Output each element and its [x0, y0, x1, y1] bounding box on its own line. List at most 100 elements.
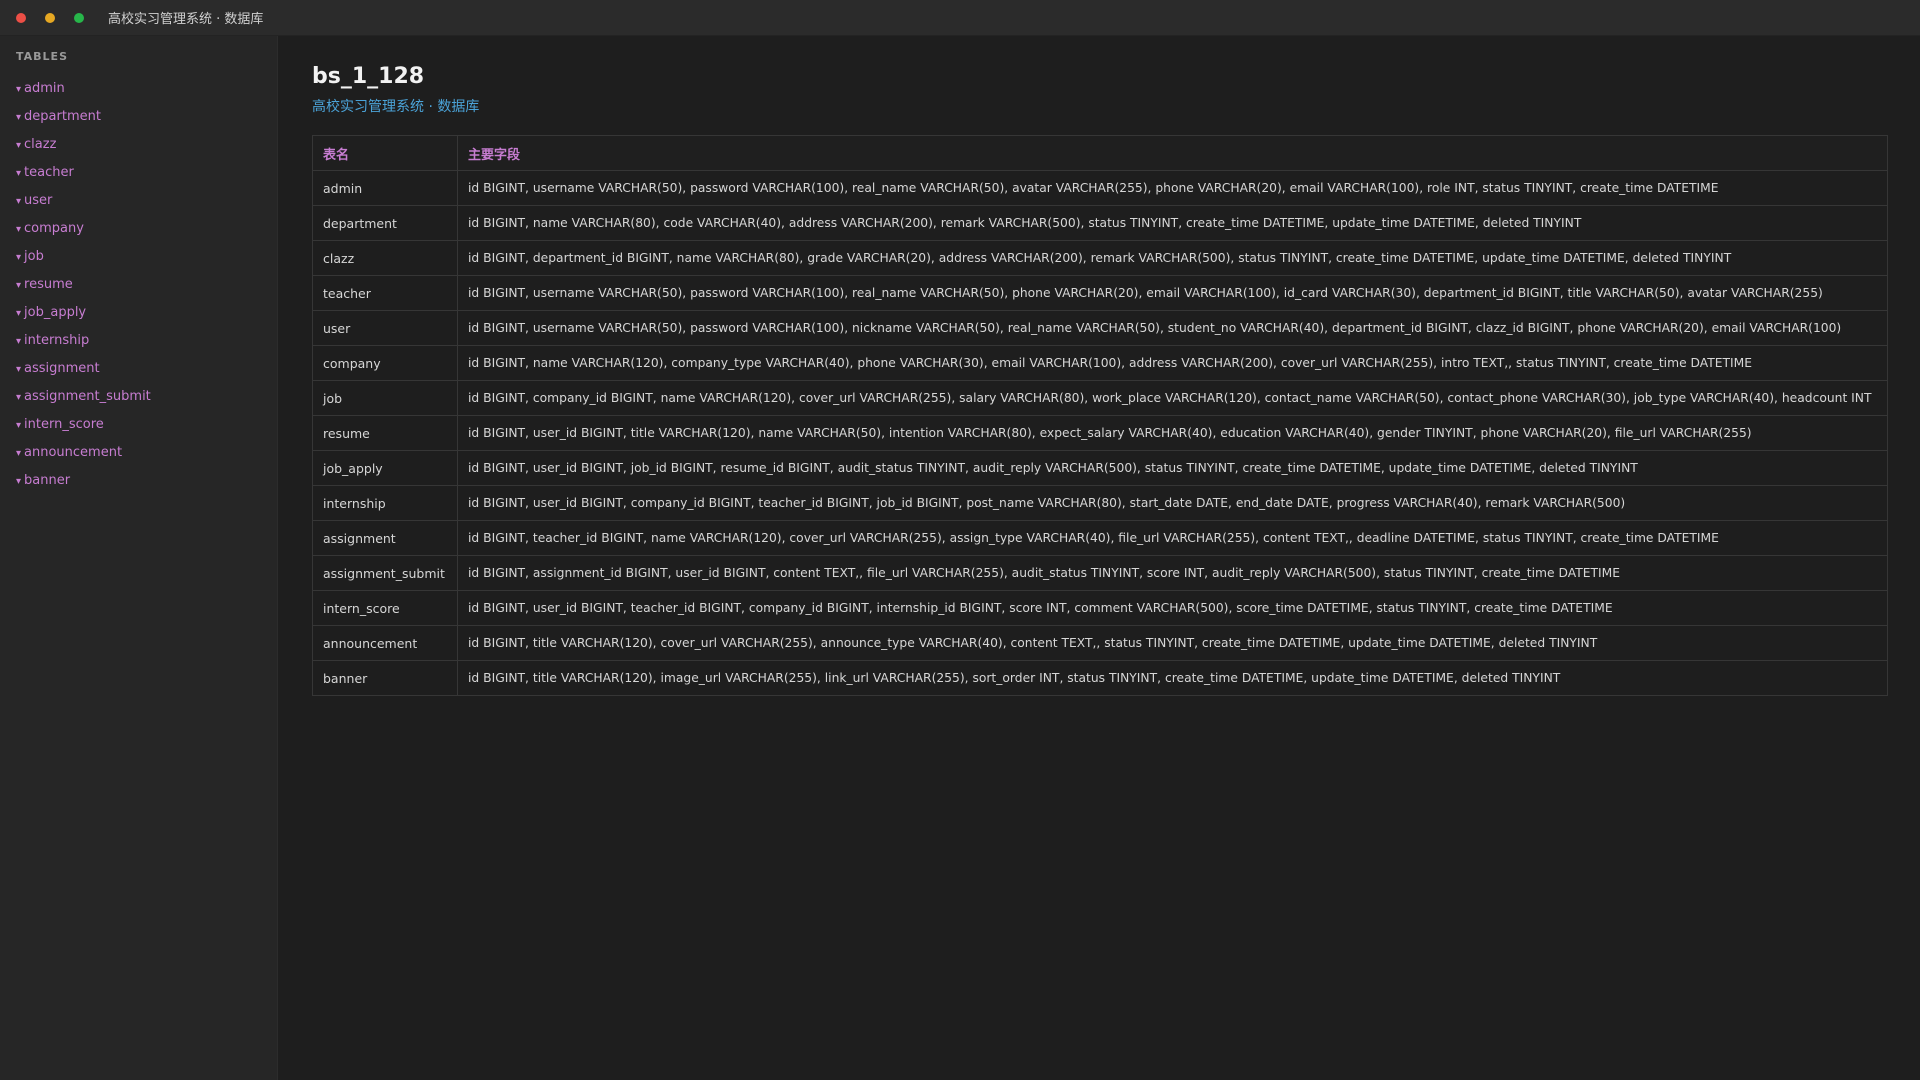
table-row: assignment id BIGINT, teacher_id BIGINT, … [312, 520, 1888, 556]
table-fields-cell: id BIGINT, title VARCHAR(120), image_url… [457, 660, 1888, 696]
schema-table: 表名 主要字段 admin id BIGINT, username VARCHAR… [312, 135, 1888, 696]
table-fields-cell: id BIGINT, username VARCHAR(50), passwor… [457, 310, 1888, 346]
sidebar-item-label: admin [24, 81, 65, 96]
sidebar-item-label: user [24, 193, 53, 208]
table-row: company id BIGINT, name VARCHAR(120), com… [312, 345, 1888, 381]
table-row: announcement id BIGINT, title VARCHAR(120… [312, 625, 1888, 661]
table-name-cell: assignment [312, 520, 458, 556]
table-fields-cell: id BIGINT, user_id BIGINT, company_id BI… [457, 485, 1888, 521]
table-fields-cell: id BIGINT, username VARCHAR(50), passwor… [457, 170, 1888, 206]
table-fields-cell: id BIGINT, name VARCHAR(120), company_ty… [457, 345, 1888, 381]
table-row: assignment_submit id BIGINT, assignment_i… [312, 555, 1888, 591]
caret-down-icon: ▾ [16, 280, 22, 291]
table-name-cell: user [312, 310, 458, 346]
table-name-cell: banner [312, 660, 458, 696]
sidebar-item-intern-score[interactable]: ▾ intern_score [0, 414, 277, 442]
window-controls [16, 12, 84, 23]
sidebar-item-internship[interactable]: ▾ internship [0, 330, 277, 358]
caret-down-icon: ▾ [16, 112, 22, 123]
sidebar-item-job[interactable]: ▾ job [0, 246, 277, 274]
table-fields-cell: id BIGINT, department_id BIGINT, name VA… [457, 240, 1888, 276]
sidebar-item-label: internship [24, 333, 90, 348]
sidebar-item-label: department [24, 109, 101, 124]
sidebar-item-label: banner [24, 473, 71, 488]
table-fields-cell: id BIGINT, user_id BIGINT, job_id BIGINT… [457, 450, 1888, 486]
sidebar-item-label: assignment_submit [24, 389, 151, 404]
caret-down-icon: ▾ [16, 336, 22, 347]
table-name-cell: internship [312, 485, 458, 521]
sidebar-item-label: company [24, 221, 84, 236]
sidebar-item-announcement[interactable]: ▾ announcement [0, 442, 277, 470]
table-row: banner id BIGINT, title VARCHAR(120), ima… [312, 660, 1888, 696]
sidebar-item-label: resume [24, 277, 73, 292]
caret-down-icon: ▾ [16, 84, 22, 95]
caret-down-icon: ▾ [16, 140, 22, 151]
caret-down-icon: ▾ [16, 364, 22, 375]
sidebar-item-label: job [24, 249, 44, 264]
table-fields-cell: id BIGINT, username VARCHAR(50), passwor… [457, 275, 1888, 311]
table-name-cell: admin [312, 170, 458, 206]
table-row: clazz id BIGINT, department_id BIGINT, na… [312, 240, 1888, 276]
caret-down-icon: ▾ [16, 168, 22, 179]
caret-down-icon: ▾ [16, 252, 22, 263]
table-row: user id BIGINT, username VARCHAR(50), pas… [312, 310, 1888, 346]
sidebar-item-resume[interactable]: ▾ resume [0, 274, 277, 302]
sidebar-item-job-apply[interactable]: ▾ job_apply [0, 302, 277, 330]
caret-down-icon: ▾ [16, 224, 22, 235]
sidebar-item-assignment-submit[interactable]: ▾ assignment_submit [0, 386, 277, 414]
sidebar-item-clazz[interactable]: ▾ clazz [0, 134, 277, 162]
table-header-row: 表名 主要字段 [312, 135, 1888, 171]
minimize-window-button[interactable] [45, 12, 55, 23]
window-title: 高校实习管理系统 · 数据库 [108, 12, 264, 27]
maximize-window-button[interactable] [74, 12, 84, 23]
caret-down-icon: ▾ [16, 420, 22, 431]
database-name: bs_1_128 [312, 64, 425, 89]
column-header-fields: 主要字段 [457, 135, 1888, 171]
sidebar-item-label: assignment [24, 361, 100, 376]
caret-down-icon: ▾ [16, 196, 22, 207]
table-fields-cell: id BIGINT, company_id BIGINT, name VARCH… [457, 380, 1888, 416]
table-name-cell: teacher [312, 275, 458, 311]
table-fields-cell: id BIGINT, teacher_id BIGINT, name VARCH… [457, 520, 1888, 556]
table-name-cell: assignment_submit [312, 555, 458, 591]
caret-down-icon: ▾ [16, 448, 22, 459]
table-name-cell: company [312, 345, 458, 381]
sidebar-item-label: announcement [24, 445, 123, 460]
sidebar-item-assignment[interactable]: ▾ assignment [0, 358, 277, 386]
table-row: teacher id BIGINT, username VARCHAR(50), … [312, 275, 1888, 311]
table-row: intern_score id BIGINT, user_id BIGINT, t… [312, 590, 1888, 626]
table-name-cell: intern_score [312, 590, 458, 626]
table-row: resume id BIGINT, user_id BIGINT, title V… [312, 415, 1888, 451]
table-name-cell: department [312, 205, 458, 241]
table-fields-cell: id BIGINT, user_id BIGINT, title VARCHAR… [457, 415, 1888, 451]
main-content: bs_1_128 高校实习管理系统 · 数据库 表名 主要字段 admin id … [312, 36, 1888, 696]
table-name-cell: resume [312, 415, 458, 451]
sidebar-item-company[interactable]: ▾ company [0, 218, 277, 246]
sidebar: TABLES ▾ admin ▾ department ▾ clazz ▾ teacher ▾ u… [0, 36, 278, 1080]
table-name-cell: clazz [312, 240, 458, 276]
column-header-name: 表名 [312, 135, 458, 171]
sidebar-heading: TABLES [16, 50, 68, 63]
sidebar-item-admin[interactable]: ▾ admin [0, 78, 277, 106]
table-row: department id BIGINT, name VARCHAR(80), c… [312, 205, 1888, 241]
sidebar-item-department[interactable]: ▾ department [0, 106, 277, 134]
sidebar-item-label: clazz [24, 137, 57, 152]
table-row: admin id BIGINT, username VARCHAR(50), pa… [312, 170, 1888, 206]
table-row: internship id BIGINT, user_id BIGINT, com… [312, 485, 1888, 521]
sidebar-item-banner[interactable]: ▾ banner [0, 470, 277, 498]
caret-down-icon: ▾ [16, 476, 22, 487]
table-name-cell: job_apply [312, 450, 458, 486]
close-window-button[interactable] [16, 12, 26, 23]
schema-table-body: admin id BIGINT, username VARCHAR(50), pa… [312, 170, 1888, 696]
caret-down-icon: ▾ [16, 308, 22, 319]
caret-down-icon: ▾ [16, 392, 22, 403]
table-row: job_apply id BIGINT, user_id BIGINT, job_… [312, 450, 1888, 486]
title-bar: 高校实习管理系统 · 数据库 [0, 0, 1920, 36]
sidebar-item-label: job_apply [24, 305, 87, 320]
sidebar-item-user[interactable]: ▾ user [0, 190, 277, 218]
sidebar-item-teacher[interactable]: ▾ teacher [0, 162, 277, 190]
table-list: ▾ admin ▾ department ▾ clazz ▾ teacher ▾ user ▾ com… [0, 74, 277, 498]
table-fields-cell: id BIGINT, title VARCHAR(120), cover_url… [457, 625, 1888, 661]
table-row: job id BIGINT, company_id BIGINT, name VA… [312, 380, 1888, 416]
table-fields-cell: id BIGINT, assignment_id BIGINT, user_id… [457, 555, 1888, 591]
